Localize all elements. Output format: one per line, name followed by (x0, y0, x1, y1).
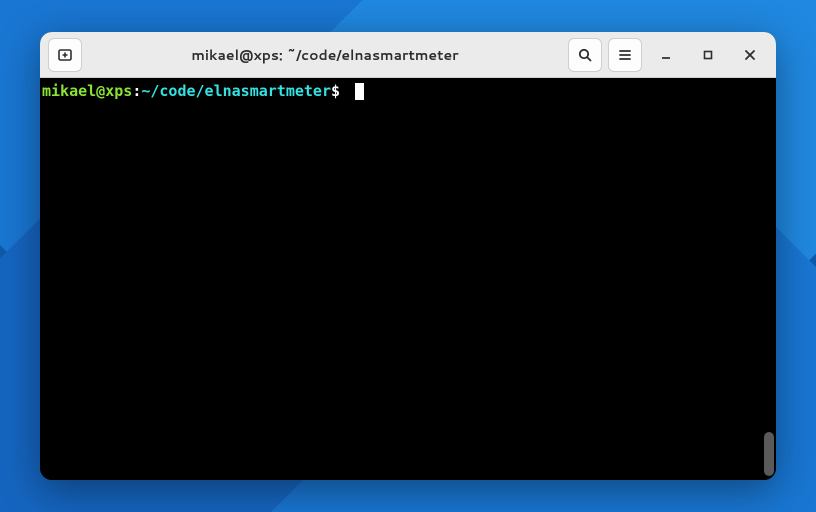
cursor (355, 83, 364, 100)
new-tab-button[interactable] (48, 38, 82, 72)
menu-button[interactable] (608, 38, 642, 72)
close-icon (742, 47, 758, 63)
hamburger-icon (617, 47, 633, 63)
search-button[interactable] (568, 38, 602, 72)
prompt-separator: : (132, 82, 141, 100)
terminal-window: mikael@xps: ~/code/elnasmartmeter (40, 32, 776, 480)
prompt-path: ~/code/elnasmartmeter (141, 82, 331, 100)
close-button[interactable] (732, 38, 768, 72)
new-tab-icon (57, 47, 73, 63)
scrollbar-thumb[interactable] (764, 432, 774, 476)
terminal-output[interactable]: mikael@xps:~/code/elnasmartmeter$ (40, 78, 776, 480)
prompt-line: mikael@xps:~/code/elnasmartmeter$ (42, 82, 774, 102)
window-title: mikael@xps: ~/code/elnasmartmeter (88, 45, 562, 65)
maximize-icon (700, 47, 716, 63)
prompt-user-host: mikael@xps (42, 82, 132, 100)
maximize-button[interactable] (690, 38, 726, 72)
minimize-icon (658, 47, 674, 63)
minimize-button[interactable] (648, 38, 684, 72)
prompt-symbol: $ (331, 82, 349, 100)
search-icon (577, 47, 593, 63)
titlebar: mikael@xps: ~/code/elnasmartmeter (40, 32, 776, 78)
